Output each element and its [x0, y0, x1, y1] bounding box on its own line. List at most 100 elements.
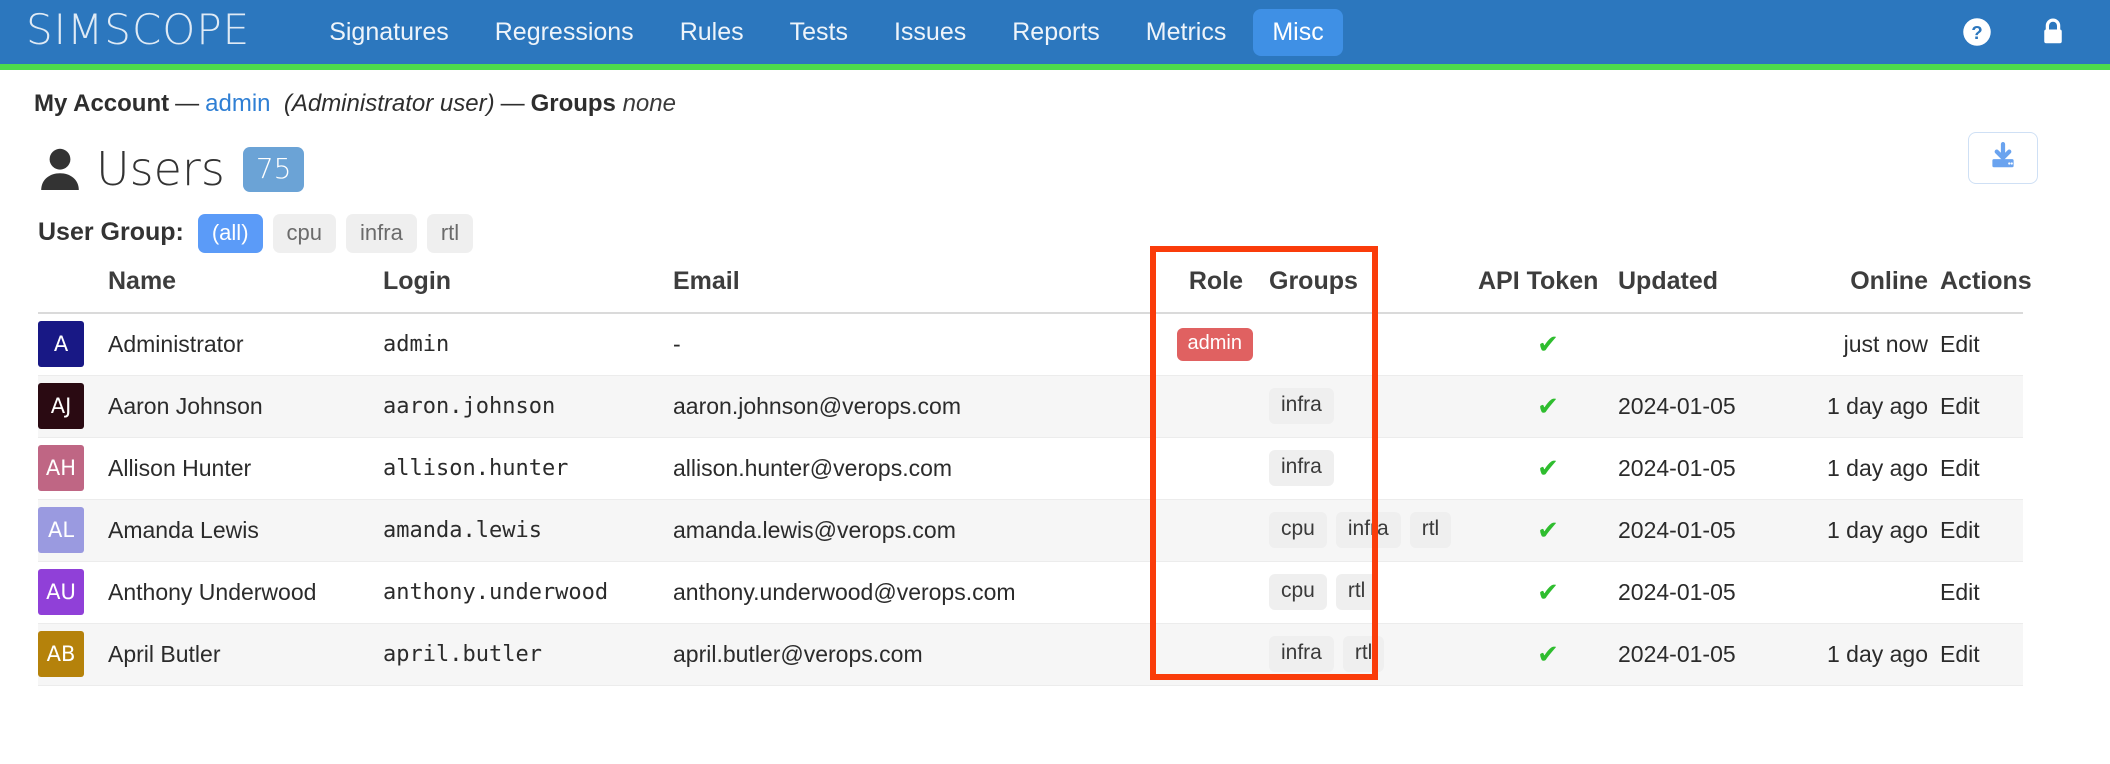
filter-pill-rtl[interactable]: rtl [426, 213, 474, 253]
table-row: AB April Butler april.butler april.butler@v… [38, 623, 2023, 685]
user-online-cell: just now [1843, 330, 1928, 357]
col-header-api-token[interactable]: API Token [1478, 267, 1618, 314]
edit-link[interactable]: Edit [1928, 579, 1980, 605]
nav-link-misc[interactable]: Misc [1253, 8, 1343, 56]
user-groups-cell: infra [1253, 375, 1478, 437]
actions-cell: Edit [1928, 375, 2023, 437]
nav-link-rules[interactable]: Rules [661, 9, 763, 56]
account-label: My Account [34, 90, 170, 117]
user-online-cell: 1 day ago [1826, 640, 1928, 667]
group-chip[interactable]: rtl [1342, 636, 1385, 672]
check-icon: ✔ [1537, 514, 1559, 545]
group-chip[interactable]: infra [1335, 512, 1401, 548]
user-role-cell [1123, 561, 1253, 623]
nav-right-icons: ? [1962, 17, 2084, 47]
dash-1: — [175, 90, 200, 117]
role-badge: admin [1176, 327, 1253, 361]
user-groups-cell: infra rtl [1253, 623, 1478, 685]
user-login-cell: april.butler [383, 641, 542, 667]
avatar: AU [38, 569, 84, 615]
user-role-cell [1123, 437, 1253, 499]
help-circle-icon[interactable]: ? [1962, 17, 1992, 47]
nav-link-regressions[interactable]: Regressions [476, 9, 653, 56]
page-header: Users 75 [0, 118, 2110, 192]
col-header-login[interactable]: Login [383, 267, 673, 314]
group-chip[interactable]: infra [1269, 450, 1334, 486]
user-role-cell [1123, 499, 1253, 561]
col-header-email[interactable]: Email [673, 267, 1123, 314]
col-header-name[interactable]: Name [108, 267, 383, 314]
avatar-cell: AU [38, 561, 108, 623]
user-email-cell: - [673, 330, 681, 357]
user-email-cell: aaron.johnson@verops.com [673, 392, 962, 419]
col-header-updated[interactable]: Updated [1618, 267, 1793, 314]
avatar: AL [38, 507, 84, 553]
group-chip[interactable]: rtl [1335, 574, 1378, 610]
download-button[interactable] [1968, 132, 2038, 184]
api-token-cell: ✔ [1478, 499, 1618, 561]
actions-cell: Edit [1928, 437, 2023, 499]
actions-cell: Edit [1928, 313, 2023, 375]
group-chip[interactable]: cpu [1269, 574, 1327, 610]
app-logo[interactable]: SIMSCOPE [26, 9, 250, 55]
nav-link-signatures[interactable]: Signatures [310, 9, 468, 56]
edit-link[interactable]: Edit [1928, 641, 1980, 667]
filter-pill-cpu[interactable]: cpu [272, 213, 337, 253]
user-role-cell: admin [1123, 313, 1253, 375]
col-header-groups[interactable]: Groups [1253, 267, 1478, 314]
user-online-cell: 1 day ago [1826, 454, 1928, 481]
filter-pill-infra[interactable]: infra [346, 213, 417, 253]
user-online-cell: 1 day ago [1826, 392, 1928, 419]
breadcrumb: My Account — admin (Administrator user) — Gr… [0, 64, 2110, 118]
user-groups-cell: cpu rtl [1253, 561, 1478, 623]
user-name-cell: Aaron Johnson [108, 392, 263, 419]
group-chip[interactable]: infra [1269, 636, 1334, 672]
group-chip[interactable]: cpu [1269, 512, 1327, 548]
user-groups-cell: cpu infra rtl [1253, 499, 1478, 561]
col-header-online[interactable]: Online [1793, 267, 1928, 314]
check-icon: ✔ [1537, 638, 1559, 669]
primary-nav: Signatures Regressions Rules Tests Issues Rep… [310, 8, 1343, 56]
col-header-role[interactable]: Role [1123, 267, 1253, 314]
account-groups-value: none [622, 90, 676, 117]
dash-2: — [500, 90, 525, 117]
group-chip[interactable]: infra [1269, 388, 1334, 424]
user-updated-cell: 2024-01-05 [1618, 392, 1736, 419]
nav-link-tests[interactable]: Tests [771, 9, 867, 56]
table-row: AU Anthony Underwood anthony.underwood anth… [38, 561, 2023, 623]
api-token-cell: ✔ [1478, 375, 1618, 437]
user-group-filter-label: User Group: [38, 218, 184, 246]
avatar: AB [38, 631, 84, 677]
user-updated-cell: 2024-01-05 [1618, 578, 1736, 605]
check-icon: ✔ [1537, 452, 1559, 483]
user-updated-cell: 2024-01-05 [1618, 516, 1736, 543]
filter-pill-all[interactable]: (all) [197, 213, 263, 253]
edit-link[interactable]: Edit [1928, 331, 1980, 357]
table-row: AH Allison Hunter allison.hunter allison.hu… [38, 437, 2023, 499]
group-chip[interactable]: rtl [1409, 512, 1452, 548]
lock-icon[interactable] [2040, 17, 2066, 47]
page-title: Users [96, 142, 225, 196]
user-role-cell [1123, 623, 1253, 685]
api-token-cell: ✔ [1478, 313, 1618, 375]
edit-link[interactable]: Edit [1928, 393, 1980, 419]
edit-link[interactable]: Edit [1928, 455, 1980, 481]
table-row: AL Amanda Lewis amanda.lewis amanda.lewis@v… [38, 499, 2023, 561]
users-table-container: Name Login Email Role Groups API Token U… [38, 246, 2032, 686]
user-name-cell: Allison Hunter [108, 454, 252, 481]
api-token-cell: ✔ [1478, 623, 1618, 685]
nav-link-reports[interactable]: Reports [993, 9, 1119, 56]
actions-cell: Edit [1928, 499, 2023, 561]
actions-cell: Edit [1928, 561, 2023, 623]
account-user-link[interactable]: admin [205, 90, 270, 117]
user-online-cell [1793, 561, 1928, 623]
edit-link[interactable]: Edit [1928, 517, 1980, 543]
nav-link-issues[interactable]: Issues [875, 9, 985, 56]
user-name-cell: Anthony Underwood [108, 578, 317, 605]
user-groups-cell [1253, 313, 1478, 375]
avatar: A [38, 321, 84, 368]
user-login-cell: admin [383, 331, 450, 357]
nav-link-metrics[interactable]: Metrics [1127, 9, 1246, 56]
avatar: AH [38, 445, 84, 491]
table-header-row: Name Login Email Role Groups API Token U… [38, 267, 2032, 314]
